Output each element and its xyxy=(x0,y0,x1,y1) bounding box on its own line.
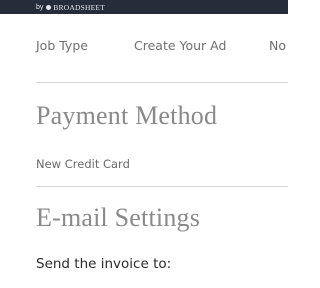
new-credit-card-option[interactable]: New Credit Card xyxy=(36,157,130,171)
step-tabs: Job Type Create Your Ad No xyxy=(36,38,296,58)
email-settings-title: E-mail Settings xyxy=(36,203,201,232)
tab-job-type[interactable]: Job Type xyxy=(36,38,88,53)
invoice-recipient-label: Send the invoice to: xyxy=(36,256,172,272)
tab-next-step[interactable]: No xyxy=(269,38,286,53)
tab-create-your-ad[interactable]: Create Your Ad xyxy=(134,38,226,53)
divider xyxy=(36,186,288,187)
brand-name: BROADSHEET xyxy=(53,2,105,12)
top-bar: by BROADSHEET xyxy=(0,0,288,14)
divider xyxy=(36,82,288,83)
dot-icon xyxy=(46,4,52,10)
payment-method-title: Payment Method xyxy=(36,101,218,130)
brand-logo[interactable]: by BROADSHEET xyxy=(36,1,105,13)
brand-by-label: by xyxy=(36,3,44,11)
